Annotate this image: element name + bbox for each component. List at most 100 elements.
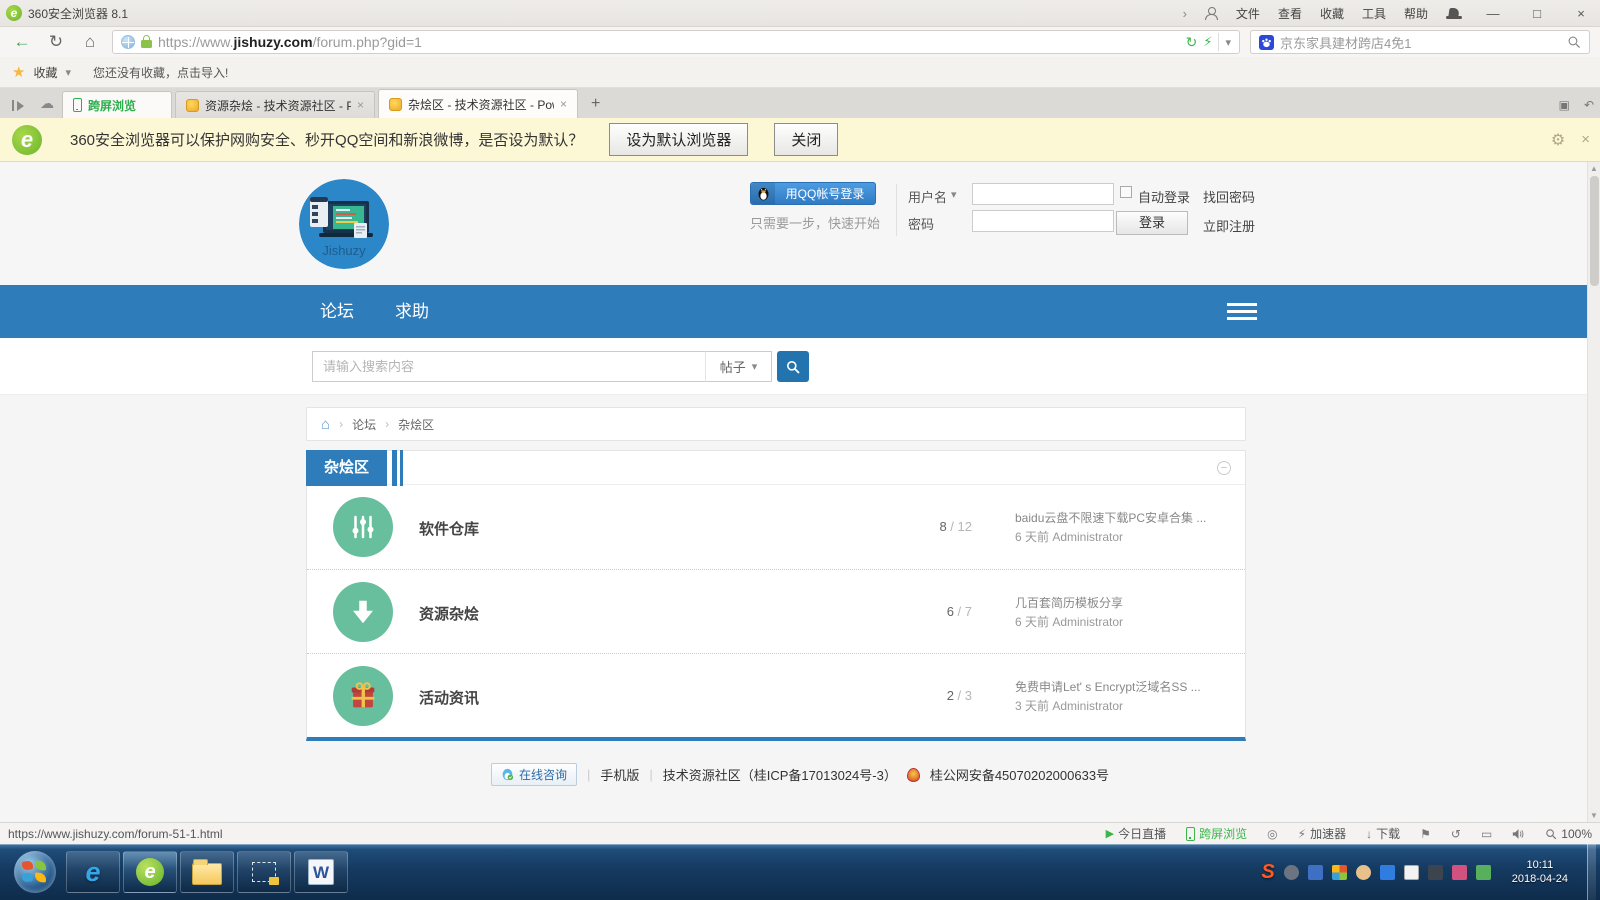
forum-row[interactable]: 活动资讯 2 / 3 免费申请Let' s Encrypt泛域名SS ... 3… bbox=[307, 653, 1245, 737]
live-today-button[interactable]: ▶ 今日直播 bbox=[1106, 825, 1166, 842]
breadcrumb-forum[interactable]: 论坛 bbox=[352, 416, 376, 433]
accelerator-button[interactable]: ⚡ 加速器 bbox=[1298, 825, 1346, 842]
tray-icon[interactable] bbox=[1284, 865, 1299, 880]
search-scope-select[interactable]: 帖子 ▾ bbox=[705, 351, 772, 382]
restore-button[interactable]: □ bbox=[1524, 6, 1550, 21]
favorites-dropdown-icon[interactable]: ▾ bbox=[65, 66, 71, 79]
favorites-star-icon[interactable]: ★ bbox=[12, 63, 25, 81]
password-field[interactable] bbox=[972, 210, 1114, 232]
auto-login-checkbox[interactable] bbox=[1120, 186, 1132, 198]
tray-icon[interactable] bbox=[1428, 865, 1443, 880]
forum-name[interactable]: 软件仓库 bbox=[419, 518, 479, 539]
scroll-up-icon[interactable]: ▲ bbox=[1590, 164, 1598, 173]
favorites-label[interactable]: 收藏 bbox=[33, 64, 57, 81]
page-scrollbar[interactable]: ▲ ▼ bbox=[1587, 162, 1600, 822]
browser-search-box[interactable]: 京东家具建材跨店4免1 bbox=[1250, 30, 1590, 54]
address-bar[interactable]: https://www.jishuzy.com/forum.php?gid=1 … bbox=[112, 30, 1240, 54]
last-post-meta[interactable]: 6 天前 Administrator bbox=[1015, 613, 1240, 632]
loading-spinner-icon[interactable]: ↻ bbox=[1186, 34, 1198, 51]
cloud-sync-icon[interactable]: ☁ bbox=[40, 95, 54, 112]
tab-close-icon[interactable]: × bbox=[357, 98, 364, 112]
find-password-link[interactable]: 找回密码 bbox=[1203, 187, 1255, 206]
police-record-link[interactable]: 桂公网安备45070202000633号 bbox=[930, 765, 1109, 784]
qq-login-button[interactable]: 用QQ帐号登录 bbox=[750, 182, 876, 205]
new-tab-button[interactable]: + bbox=[591, 95, 600, 113]
notification-close-button[interactable]: 关闭 bbox=[774, 123, 838, 156]
login-button[interactable]: 登录 bbox=[1116, 211, 1188, 235]
auto-login-label[interactable]: 自动登录 bbox=[1138, 187, 1190, 206]
scrollbar-thumb[interactable] bbox=[1590, 176, 1599, 286]
forum-row[interactable]: 软件仓库 8 / 12 baidu云盘不限速下载PC安卓合集 ... 6 天前 … bbox=[307, 485, 1245, 569]
tray-icon[interactable] bbox=[1332, 865, 1347, 880]
tray-icon[interactable] bbox=[1380, 865, 1395, 880]
tray-icon[interactable] bbox=[1452, 865, 1467, 880]
tab-list-icon[interactable] bbox=[12, 99, 26, 113]
minimize-button[interactable]: — bbox=[1480, 6, 1506, 21]
favorites-import-hint[interactable]: 您还没有收藏，点击导入! bbox=[93, 64, 228, 81]
close-button[interactable]: × bbox=[1568, 6, 1594, 21]
username-field[interactable] bbox=[972, 183, 1114, 205]
cross-screen-button[interactable]: 跨屏浏览 bbox=[1186, 825, 1247, 842]
taskbar-clock[interactable]: 10:11 2018-04-24 bbox=[1512, 858, 1568, 886]
nav-help[interactable]: 求助 bbox=[395, 285, 429, 338]
hamburger-menu-icon[interactable] bbox=[1227, 303, 1257, 320]
scroll-down-icon[interactable]: ▼ bbox=[1590, 811, 1598, 820]
last-post-meta[interactable]: 3 天前 Administrator bbox=[1015, 697, 1240, 716]
mobile-version-link[interactable]: 手机版 bbox=[600, 765, 639, 784]
start-button[interactable] bbox=[14, 851, 56, 893]
menu-file[interactable]: 文件 bbox=[1236, 5, 1260, 22]
gear-icon[interactable]: ⚙ bbox=[1551, 130, 1565, 150]
tab-active[interactable]: 杂烩区 - 技术资源社区 - Powe × bbox=[378, 89, 578, 118]
taskbar-360browser-button[interactable]: e bbox=[123, 851, 177, 893]
download-button[interactable]: ↓ 下载 bbox=[1366, 825, 1400, 842]
back-button[interactable]: ← bbox=[10, 32, 34, 52]
user-account-icon[interactable] bbox=[1205, 7, 1218, 20]
zoom-control[interactable]: 100% bbox=[1545, 827, 1592, 841]
forum-search-button[interactable] bbox=[777, 351, 809, 382]
forum-search-input[interactable] bbox=[312, 351, 706, 382]
speed-mode-icon[interactable]: ⚡ bbox=[1203, 34, 1212, 50]
proxy-circle-icon[interactable]: ◎ bbox=[1267, 827, 1277, 841]
last-post-meta[interactable]: 6 天前 Administrator bbox=[1015, 528, 1240, 547]
url-text[interactable]: https://www.jishuzy.com/forum.php?gid=1 bbox=[158, 34, 422, 50]
register-link[interactable]: 立即注册 bbox=[1203, 216, 1255, 235]
forum-name[interactable]: 资源杂烩 bbox=[419, 603, 479, 624]
tray-icon[interactable] bbox=[1356, 865, 1371, 880]
dismiss-bar-icon[interactable]: × bbox=[1581, 131, 1590, 148]
online-service-badge[interactable]: 在线咨询 bbox=[491, 763, 577, 786]
forum-row[interactable]: 资源杂烩 6 / 7 几百套简历模板分享 6 天前 Administrator bbox=[307, 569, 1245, 653]
site-logo[interactable]: Jishuzy bbox=[299, 179, 389, 269]
reopen-closed-tab-icon[interactable]: ↶ bbox=[1584, 98, 1594, 112]
username-dropdown-icon[interactable]: ▾ bbox=[951, 188, 957, 201]
tab-close-icon[interactable]: × bbox=[560, 97, 567, 111]
breadcrumb-current[interactable]: 杂烩区 bbox=[398, 416, 434, 433]
tab-inactive[interactable]: 资源杂烩 - 技术资源社区 - Pov × bbox=[175, 91, 375, 118]
menu-help[interactable]: 帮助 bbox=[1404, 5, 1428, 22]
menu-favorites[interactable]: 收藏 bbox=[1320, 5, 1344, 22]
tab-cross-screen[interactable]: 跨屏浏览 bbox=[62, 91, 172, 118]
menu-tools[interactable]: 工具 bbox=[1362, 5, 1386, 22]
home-button[interactable]: ⌂ bbox=[78, 32, 102, 52]
sogou-tray-icon[interactable]: S bbox=[1261, 861, 1274, 884]
skin-hat-icon[interactable] bbox=[1446, 8, 1462, 19]
forum-name[interactable]: 活动资讯 bbox=[419, 687, 479, 708]
tray-icon[interactable] bbox=[1404, 865, 1419, 880]
mute-button[interactable] bbox=[1512, 828, 1525, 840]
menu-expand-icon[interactable]: › bbox=[1183, 6, 1187, 21]
taskbar-snipping-button[interactable] bbox=[237, 851, 291, 893]
tray-icon[interactable] bbox=[1308, 865, 1323, 880]
last-post-title[interactable]: 几百套简历模板分享 bbox=[1015, 594, 1240, 613]
taskbar-ie-button[interactable]: e bbox=[66, 851, 120, 893]
nav-forum[interactable]: 论坛 bbox=[320, 285, 354, 338]
last-post-title[interactable]: baidu云盘不限速下载PC安卓合集 ... bbox=[1015, 509, 1240, 528]
home-icon[interactable]: ⌂ bbox=[321, 416, 330, 433]
search-icon[interactable] bbox=[1567, 35, 1581, 49]
window-mode-button[interactable]: ▭ bbox=[1481, 827, 1492, 841]
last-post-title[interactable]: 免费申请Let' s Encrypt泛域名SS ... bbox=[1015, 678, 1240, 697]
section-title[interactable]: 杂烩区 bbox=[306, 450, 387, 486]
menu-view[interactable]: 查看 bbox=[1278, 5, 1302, 22]
refresh-button[interactable]: ↻ bbox=[44, 32, 68, 52]
collapse-section-icon[interactable]: − bbox=[1217, 461, 1231, 475]
flag-button[interactable]: ⚑ bbox=[1420, 827, 1431, 841]
taskbar-word-button[interactable]: W bbox=[294, 851, 348, 893]
